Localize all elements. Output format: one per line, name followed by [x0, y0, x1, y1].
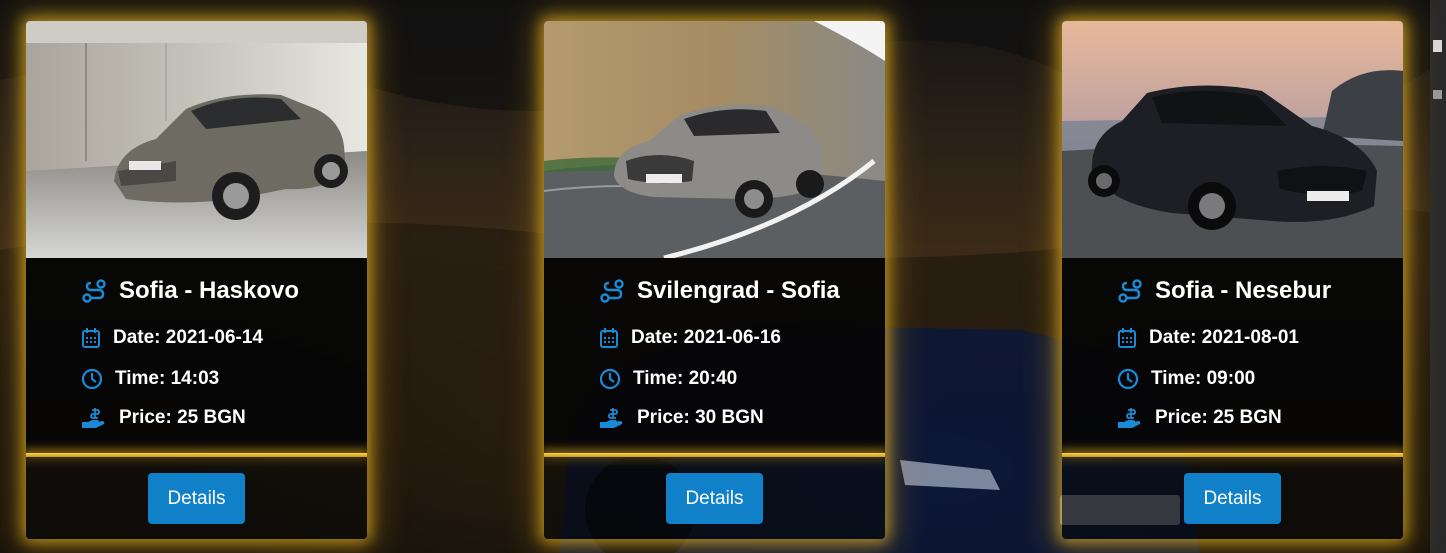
clock-icon: [599, 368, 621, 390]
details-button[interactable]: Details: [666, 473, 763, 524]
time-text: Time: 09:00: [1151, 368, 1256, 389]
clock-icon: [81, 368, 103, 390]
ride-time: Time: 14:03: [81, 368, 219, 390]
route-icon: [1118, 279, 1142, 303]
ride-time: Time: 09:00: [1117, 368, 1255, 390]
scrollbar-marker: [1433, 90, 1442, 99]
price-text: Price: 25 BGN: [1155, 407, 1282, 428]
scrollbar[interactable]: [1430, 0, 1446, 553]
calendar-icon: [1118, 328, 1136, 348]
ride-time: Time: 20:40: [599, 368, 737, 390]
scrollbar-thumb[interactable]: [1433, 40, 1442, 52]
car-image: [544, 21, 885, 258]
clock-icon: [1117, 368, 1139, 390]
date-text: Date: 2021-08-01: [1149, 327, 1299, 348]
route-text: Svilengrad - Sofia: [637, 277, 840, 304]
ride-price: Price: 25 BGN: [1117, 406, 1282, 430]
calendar-icon: [82, 328, 100, 348]
car-image: [26, 21, 367, 258]
car-image: [1062, 21, 1403, 258]
hand-coin-icon: [82, 408, 105, 428]
route-icon: [82, 279, 106, 303]
ride-date: Date: 2021-08-01: [1117, 327, 1299, 349]
ride-price: Price: 30 BGN: [599, 406, 764, 430]
time-text: Time: 14:03: [115, 368, 220, 389]
hand-coin-icon: [600, 408, 623, 428]
details-button[interactable]: Details: [148, 473, 245, 524]
hand-coin-icon: [1118, 408, 1141, 428]
ride-date: Date: 2021-06-16: [599, 327, 781, 349]
date-text: Date: 2021-06-14: [113, 327, 263, 348]
ride-route: Sofia - Haskovo: [81, 277, 299, 305]
ride-card: Sofia - Haskovo Date: 2021-06-14 Time: 1…: [26, 21, 367, 539]
ride-date: Date: 2021-06-14: [81, 327, 263, 349]
ride-card: Sofia - Nesebur Date: 2021-08-01 Time: 0…: [1062, 21, 1403, 539]
route-icon: [600, 279, 624, 303]
ride-route: Svilengrad - Sofia: [599, 277, 840, 305]
route-text: Sofia - Haskovo: [119, 277, 300, 304]
route-text: Sofia - Nesebur: [1155, 277, 1332, 304]
price-text: Price: 25 BGN: [119, 407, 246, 428]
date-text: Date: 2021-06-16: [631, 327, 781, 348]
time-text: Time: 20:40: [633, 368, 738, 389]
details-button[interactable]: Details: [1184, 473, 1281, 524]
ride-price: Price: 25 BGN: [81, 406, 246, 430]
ride-route: Sofia - Nesebur: [1117, 277, 1331, 305]
ride-card: Svilengrad - Sofia Date: 2021-06-16 Time…: [544, 21, 885, 539]
price-text: Price: 30 BGN: [637, 407, 764, 428]
calendar-icon: [600, 328, 618, 348]
